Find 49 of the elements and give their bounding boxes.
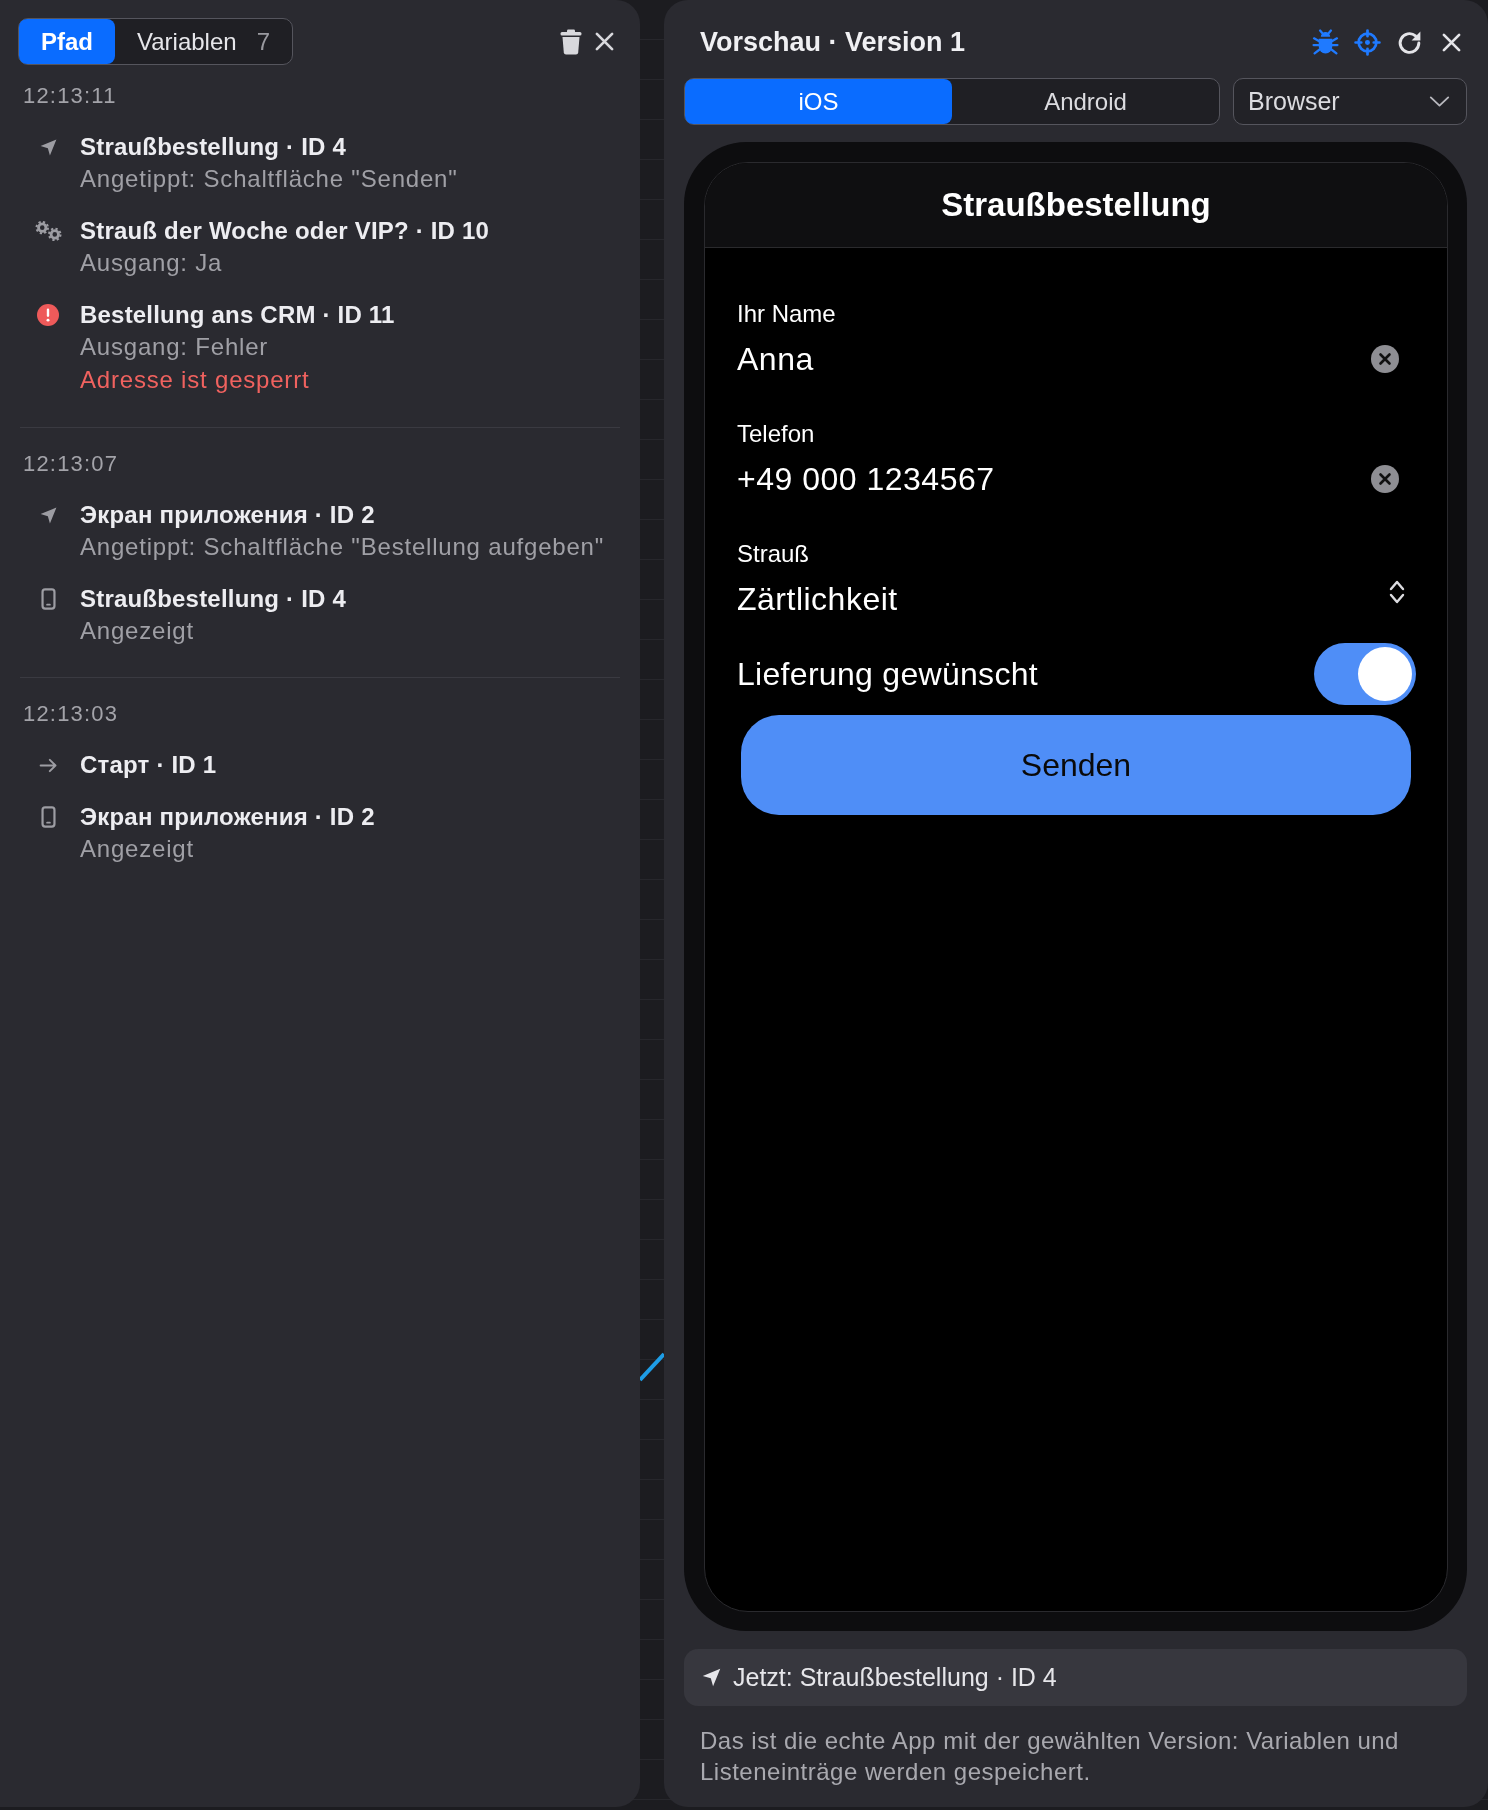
- submit-button[interactable]: Senden: [741, 715, 1411, 815]
- close-icon[interactable]: [595, 32, 614, 51]
- tab[interactable]: Variablen 7: [115, 19, 292, 64]
- timestamp: 12:13:07: [23, 450, 120, 478]
- entry-title: Экран приложения · ID 2: [80, 500, 376, 530]
- error-message: Adresse ist gesperrt: [80, 365, 311, 395]
- current-step-text: Jetzt: Straußbestellung · ID 4: [733, 1663, 1057, 1692]
- phone-icon: [40, 806, 56, 828]
- gears-icon: [34, 220, 62, 242]
- error-icon: [37, 304, 59, 326]
- entry-title: Старт · ID 1: [80, 750, 218, 780]
- entry-title: Экран приложения · ID 2: [80, 802, 376, 832]
- screen-title: Straußbestellung: [941, 186, 1211, 224]
- entry-title: Straußbestellung · ID 4: [80, 584, 347, 614]
- tab[interactable]: Android: [952, 79, 1219, 124]
- clear-icon[interactable]: [1371, 465, 1399, 493]
- panel-title: Vorschau · Version 1: [699, 26, 966, 58]
- field-label: Strauß: [737, 540, 810, 568]
- toggle-label: Lieferung gewünscht: [737, 655, 1038, 693]
- entry-detail: Angezeigt: [80, 616, 195, 646]
- text-field[interactable]: +49 000 1234567: [737, 459, 1416, 499]
- bug-icon[interactable]: [1312, 28, 1339, 56]
- entry-detail: Ausgang: Ja: [80, 248, 224, 278]
- info-text: Das ist die echte App mit der gewählten Version: Variablen und Listeneinträge werden gespeichert.: [699, 1726, 1400, 1787]
- entry-title: Bestellung ans CRM · ID 11: [80, 300, 396, 330]
- trash-icon[interactable]: [560, 28, 582, 55]
- entry-detail: Ausgang: Fehler: [80, 332, 270, 362]
- field-label: Ihr Name: [737, 300, 836, 328]
- entry-title: Strauß der Woche oder VIP? · ID 10: [80, 216, 491, 246]
- chevron-down-icon: [1429, 96, 1450, 107]
- browser-dropdown[interactable]: Browser: [1233, 78, 1467, 125]
- entry-detail: Angetippt: Schaltfläche "Bestellung aufgeben": [80, 532, 606, 562]
- timestamp: 12:13:11: [23, 82, 118, 110]
- connector-line: [640, 1352, 664, 1382]
- tab[interactable]: iOS: [685, 79, 952, 124]
- entry-detail: Angezeigt: [80, 834, 195, 864]
- phone-icon: [40, 588, 56, 610]
- clear-icon[interactable]: [1371, 345, 1399, 373]
- up-down-chevron-icon: [1389, 579, 1405, 605]
- close-icon[interactable]: [1442, 32, 1461, 52]
- timestamp: 12:13:03: [23, 700, 120, 728]
- text-field[interactable]: Anna: [737, 339, 1416, 379]
- entry-title: Straußbestellung · ID 4: [80, 132, 347, 162]
- select-field[interactable]: Zärtlichkeit: [737, 579, 1416, 619]
- field-label: Telefon: [737, 420, 815, 448]
- entry-detail: Angetippt: Schaltfläche "Senden": [80, 164, 459, 194]
- navigation-arrow-icon: [701, 1667, 722, 1688]
- tab[interactable]: Pfad: [19, 19, 115, 64]
- crosshair-icon[interactable]: [1354, 28, 1381, 56]
